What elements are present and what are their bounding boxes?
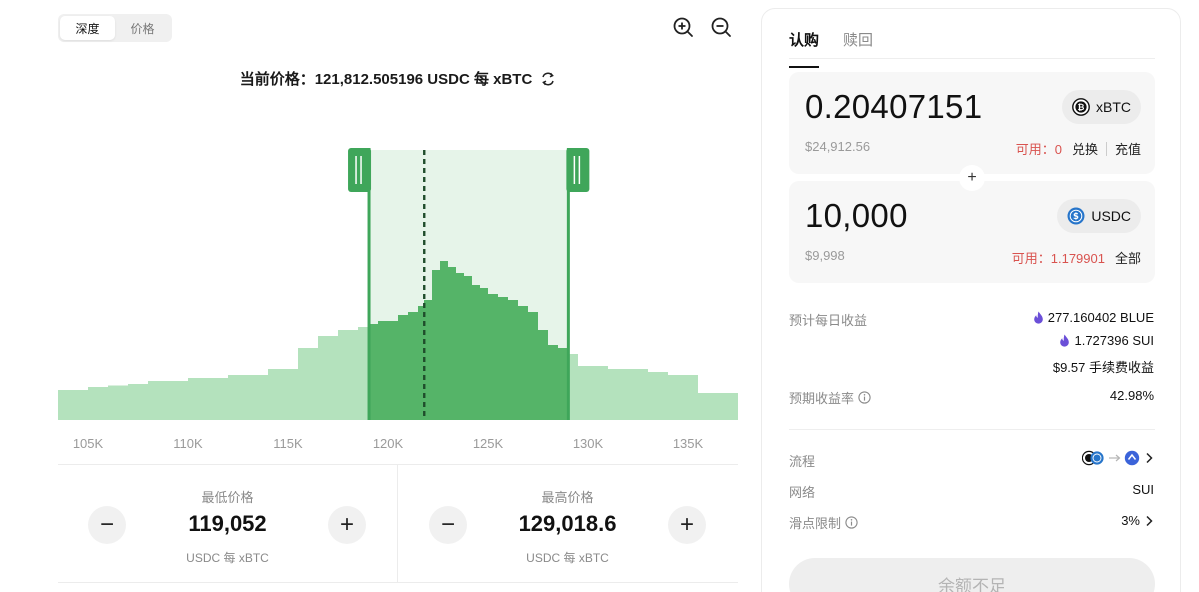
usdc-token-icon: $ xyxy=(1067,207,1085,225)
apr-value: 42.98% xyxy=(1109,388,1154,403)
info-icon[interactable] xyxy=(858,391,871,404)
x-tick-label: 105K xyxy=(72,436,104,451)
slippage-setting-button[interactable]: 3% xyxy=(1121,513,1154,528)
network-value: SUI xyxy=(1132,482,1154,497)
flame-icon xyxy=(1060,334,1070,347)
token-b-card: 10,000 $ USDC $9,998 可用：1.179901 全部 xyxy=(789,181,1155,283)
max-link[interactable]: 全部 xyxy=(1115,248,1141,267)
current-price: 当前价格：121,812.505196 USDC 每 xBTC xyxy=(58,68,738,89)
flow-route-button[interactable] xyxy=(1082,450,1154,466)
token-a-card: 0.20407151 ₿ xBTC $24,912.56 可用：0 兑换 充值 xyxy=(789,72,1155,174)
max-price-box: 最高价格 − 129,018.6 + USDC 每 xBTC xyxy=(398,465,737,582)
token-a-meta: 可用：0 兑换 充值 xyxy=(1016,139,1141,158)
network-label: 网络 xyxy=(789,485,816,500)
token-a-symbol: xBTC xyxy=(1096,99,1131,115)
arrow-right-icon xyxy=(1109,454,1121,462)
daily-yield-fees-value: $9.57 手续费收益 xyxy=(1052,360,1154,375)
deposit-link[interactable]: 充值 xyxy=(1115,139,1141,158)
daily-yield-sui: 1.727396 SUI xyxy=(1059,333,1154,348)
token-b-usd-value: $9,998 xyxy=(805,248,845,263)
zoom-out-icon[interactable] xyxy=(710,16,732,38)
divider xyxy=(789,58,1155,59)
min-price-increase-button[interactable]: + xyxy=(328,506,366,544)
daily-yield-blue-value: 277.160402 BLUE xyxy=(1047,310,1154,325)
token-b-symbol: USDC xyxy=(1091,208,1131,224)
slippage-label: 滑点限制 xyxy=(789,516,842,531)
tab-subscribe[interactable]: 认购 xyxy=(789,29,820,68)
slippage-label-row: 滑点限制 xyxy=(789,513,858,532)
apr-label-row: 预期收益率 xyxy=(789,388,871,407)
x-tick-label: 130K xyxy=(572,436,604,451)
tab-redeem[interactable]: 赎回 xyxy=(843,29,873,58)
token-b-meta: 可用：1.179901 全部 xyxy=(1012,248,1141,267)
daily-yield-fees: $9.57 手续费收益 xyxy=(1053,357,1154,376)
token-a-selector[interactable]: ₿ xBTC xyxy=(1062,90,1141,124)
x-tick-label: 115K xyxy=(273,436,303,451)
swap-link[interactable]: 兑换 xyxy=(1072,139,1098,158)
x-tick-label: 135K xyxy=(672,436,704,451)
token-b-amount-input[interactable]: 10,000 xyxy=(805,197,908,235)
min-price-unit: USDC 每 xBTC xyxy=(186,551,269,565)
chevron-right-icon xyxy=(1146,515,1153,526)
flame-icon xyxy=(1033,311,1043,324)
meta-separator xyxy=(1105,141,1107,156)
max-price-increase-button[interactable]: + xyxy=(668,506,706,544)
slippage-value: 3% xyxy=(1121,513,1140,528)
token-b-selector[interactable]: $ USDC xyxy=(1057,199,1141,233)
min-price-label: 最低价格 xyxy=(201,490,254,505)
divider xyxy=(58,582,738,583)
chevron-right-icon xyxy=(1146,452,1153,464)
current-price-text: 当前价格：121,812.505196 USDC 每 xBTC xyxy=(239,71,533,88)
token-a-usd-value: $24,912.56 xyxy=(805,139,871,154)
svg-text:$: $ xyxy=(1073,212,1079,222)
daily-yield-sui-value: 1.727396 SUI xyxy=(1074,333,1154,348)
x-tick-label: 120K xyxy=(372,436,404,451)
x-tick-label: 110K xyxy=(173,436,203,451)
daily-yield-blue: 277.160402 BLUE xyxy=(1033,310,1154,325)
zoom-in-icon[interactable] xyxy=(672,16,694,38)
token-a-available: 可用：0 xyxy=(1015,142,1062,157)
route-icons xyxy=(1082,450,1140,466)
info-icon[interactable] xyxy=(845,516,858,529)
toggle-price[interactable]: 价格 xyxy=(115,16,170,40)
xbtc-token-icon: ₿ xyxy=(1072,98,1090,116)
swap-arrows-icon[interactable] xyxy=(540,71,556,87)
depth-chart-svg xyxy=(58,148,738,420)
submit-button[interactable]: 余额不足 xyxy=(789,558,1155,592)
liquidity-depth-chart xyxy=(58,140,738,425)
token-pair-icon xyxy=(1082,450,1104,466)
min-price-box: 最低价格 − 119,052 + USDC 每 xBTC xyxy=(58,465,397,582)
liquidity-range-panel: 深度 价格 当前价格：121,812.505196 USDC 每 xBTC 10… xyxy=(0,0,750,592)
max-price-unit: USDC 每 xBTC xyxy=(526,551,609,565)
x-axis-ticks: 105K 110K 115K 120K 125K 130K 135K xyxy=(58,436,738,452)
daily-yield-label: 预计每日收益 xyxy=(789,313,868,328)
pool-icon xyxy=(1124,450,1140,466)
x-tick-label: 125K xyxy=(472,436,504,451)
plus-icon: + xyxy=(959,165,985,191)
apr-label: 预期收益率 xyxy=(789,391,855,406)
divider xyxy=(789,429,1155,430)
token-b-available: 可用：1.179901 xyxy=(1011,251,1105,266)
svg-text:₿: ₿ xyxy=(1078,102,1085,113)
panel-tabs: 认购 赎回 xyxy=(789,29,873,68)
chart-view-toggle: 深度 价格 xyxy=(58,14,172,42)
token-a-amount-input[interactable]: 0.20407151 xyxy=(805,88,982,126)
max-price-label: 最高价格 xyxy=(541,490,594,505)
flow-label: 流程 xyxy=(789,454,816,469)
deposit-panel: 认购 赎回 0.20407151 ₿ xBTC $24,912.56 可用：0 … xyxy=(761,8,1181,592)
toggle-depth[interactable]: 深度 xyxy=(60,16,115,40)
